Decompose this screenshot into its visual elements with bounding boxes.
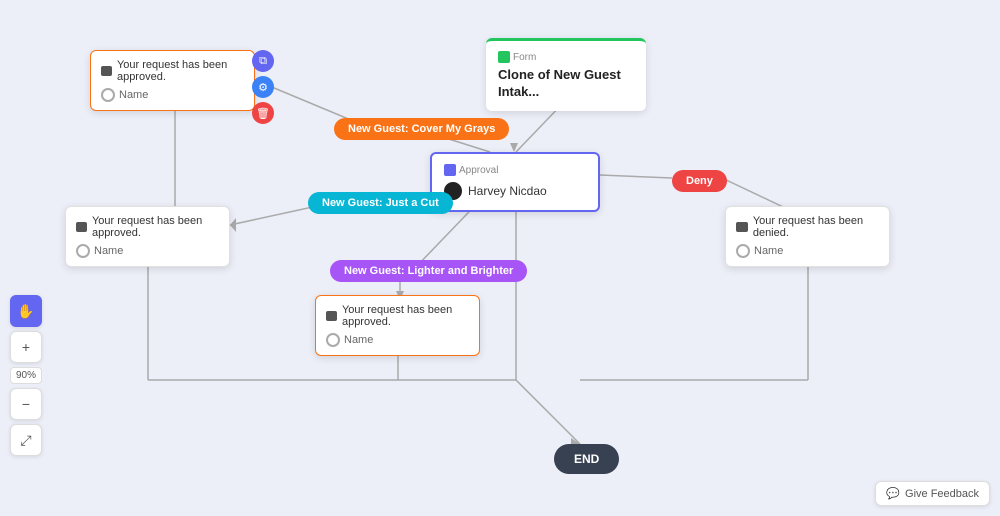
message-icon-4 <box>736 222 748 232</box>
zoom-level-display: 90% <box>10 367 42 384</box>
name-icon <box>101 88 115 102</box>
pill-deny[interactable]: Deny <box>672 170 727 192</box>
form-node-type: Form <box>498 51 634 63</box>
msg-right-header: Your request has been denied. <box>736 215 879 239</box>
name-icon-3 <box>326 333 340 347</box>
name-icon-4 <box>736 244 750 258</box>
msg-right-name: Name <box>736 244 879 258</box>
msg-node-topleft[interactable]: Your request has been approved. Name <box>90 50 255 111</box>
msg-bottom-header: Your request has been approved. <box>326 304 469 328</box>
approval-node[interactable]: Approval Harvey Nicdao <box>430 152 600 212</box>
msg-node-midleft[interactable]: Your request has been approved. Name <box>65 206 230 267</box>
msg-midleft-header: Your request has been approved. <box>76 215 219 239</box>
form-node-title: Clone of New Guest Intak... <box>498 67 634 101</box>
feedback-button[interactable]: 💬 Give Feedback <box>875 481 990 506</box>
msg-midleft-name: Name <box>76 244 219 258</box>
form-icon <box>498 51 510 63</box>
workflow-canvas[interactable]: Form Clone of New Guest Intak... Approva… <box>0 0 1000 516</box>
approval-icon <box>444 164 456 176</box>
end-node: END <box>554 444 619 474</box>
approval-node-type: Approval <box>444 164 586 176</box>
name-icon-2 <box>76 244 90 258</box>
msg-topleft-header: Your request has been approved. <box>101 59 244 83</box>
hand-tool-button[interactable]: ✋ <box>10 295 42 327</box>
copy-button[interactable]: ⧉ <box>252 50 274 72</box>
zoom-in-button[interactable]: + <box>10 331 42 363</box>
delete-button[interactable]: 🗑 <box>252 102 274 124</box>
msg-node-right[interactable]: Your request has been denied. Name <box>725 206 890 267</box>
settings-button[interactable]: ⚙ <box>252 76 274 98</box>
msg-node-bottom[interactable]: Your request has been approved. Name <box>315 295 480 356</box>
msg-bottom-name: Name <box>326 333 469 347</box>
pill-teal[interactable]: New Guest: Just a Cut <box>308 192 453 214</box>
pill-purple[interactable]: New Guest: Lighter and Brighter <box>330 260 527 282</box>
msg-topleft-name: Name <box>101 88 244 102</box>
approval-assignee: Harvey Nicdao <box>444 182 586 200</box>
toolbar-left: ✋ + 90% − ⤢ <box>10 295 42 456</box>
feedback-icon: 💬 <box>886 487 900 500</box>
message-icon-2 <box>76 222 87 232</box>
zoom-out-button[interactable]: − <box>10 388 42 420</box>
fullscreen-button[interactable]: ⤢ <box>10 424 42 456</box>
message-icon-3 <box>326 311 337 321</box>
pill-orange[interactable]: New Guest: Cover My Grays <box>334 118 509 140</box>
node-action-buttons: ⧉ ⚙ 🗑 <box>252 50 274 124</box>
feedback-label: Give Feedback <box>905 488 979 500</box>
message-icon <box>101 66 112 76</box>
form-node[interactable]: Form Clone of New Guest Intak... <box>486 38 646 111</box>
